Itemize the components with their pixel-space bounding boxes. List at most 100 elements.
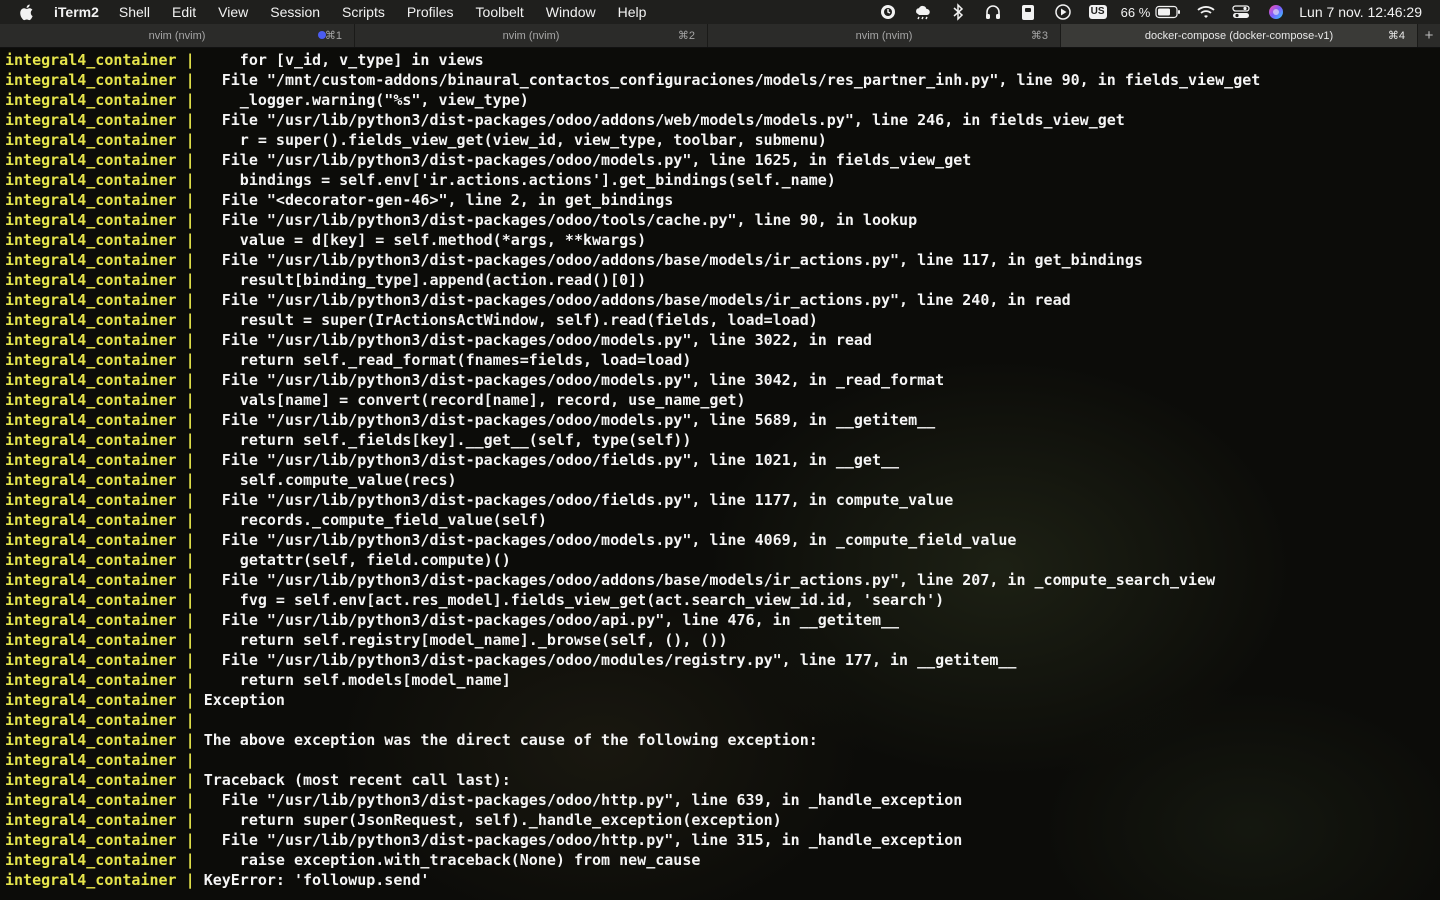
container-prefix: integral4_container | xyxy=(5,211,204,229)
menu-shell[interactable]: Shell xyxy=(119,4,150,20)
log-text: File "/usr/lib/python3/dist-packages/odo… xyxy=(203,571,1216,589)
container-prefix: integral4_container | xyxy=(5,131,204,149)
container-prefix: integral4_container | xyxy=(5,271,204,289)
tab-3-shortcut: ⌘3 xyxy=(1030,30,1048,42)
terminal-line: integral4_container | File "/usr/lib/pyt… xyxy=(5,790,962,810)
log-text: fvg = self.env[act.res_model].fields_vie… xyxy=(203,591,945,609)
container-prefix: integral4_container | xyxy=(5,471,204,489)
container-prefix: integral4_container | xyxy=(5,691,204,709)
terminal-line: integral4_container | value = d[key] = s… xyxy=(5,230,646,250)
terminal-line: integral4_container | File "/usr/lib/pyt… xyxy=(5,830,962,850)
menu-help[interactable]: Help xyxy=(618,4,647,20)
menu-session[interactable]: Session xyxy=(270,4,320,20)
container-prefix: integral4_container | xyxy=(5,631,204,649)
tab-1-title: nvim (nvim) xyxy=(148,29,206,42)
log-text: for [v_id, v_type] in views xyxy=(203,51,484,69)
battery-percentage[interactable]: 66 % xyxy=(1121,5,1151,20)
tab-4[interactable]: docker-compose (docker-compose-v1) ⌘4 xyxy=(1061,24,1418,47)
app-menu-iterm2[interactable]: iTerm2 xyxy=(54,4,99,20)
menu-toolbelt[interactable]: Toolbelt xyxy=(476,4,524,20)
siri-icon[interactable] xyxy=(1265,1,1287,23)
container-prefix: integral4_container | xyxy=(5,651,204,669)
log-text: return self._fields[key].__get__(self, t… xyxy=(203,431,692,449)
log-text: self.compute_value(recs) xyxy=(203,471,457,489)
container-prefix: integral4_container | xyxy=(5,751,204,769)
container-prefix: integral4_container | xyxy=(5,111,204,129)
log-text: return super(JsonRequest, self)._handle_… xyxy=(203,811,782,829)
bluetooth-icon[interactable] xyxy=(947,1,969,23)
menu-window[interactable]: Window xyxy=(546,4,596,20)
log-text: result[binding_type].append(action.read(… xyxy=(203,271,647,289)
terminal-line: integral4_container | File "/usr/lib/pyt… xyxy=(5,490,953,510)
log-text: File "/mnt/custom-addons/binaural_contac… xyxy=(203,71,1261,89)
container-prefix: integral4_container | xyxy=(5,771,204,789)
tab-2-shortcut: ⌘2 xyxy=(677,30,695,42)
apple-icon[interactable] xyxy=(18,3,36,21)
terminal-line: integral4_container | File "/usr/lib/pyt… xyxy=(5,290,1071,310)
tab-4-shortcut: ⌘4 xyxy=(1387,30,1405,42)
terminal-line: integral4_container | bindings = self.en… xyxy=(5,170,836,190)
keyboard-layout-icon[interactable]: US xyxy=(1087,1,1109,23)
terminal-line: integral4_container | File "/usr/lib/pyt… xyxy=(5,110,1125,130)
container-prefix: integral4_container | xyxy=(5,851,204,869)
log-text: File "<decorator-gen-46>", line 2, in ge… xyxy=(203,191,674,209)
tab-1[interactable]: nvim (nvim) ⌘1 xyxy=(0,24,355,47)
control-center-icon[interactable] xyxy=(1230,1,1252,23)
menu-edit[interactable]: Edit xyxy=(172,4,196,20)
log-text: return self._read_format(fnames=fields, … xyxy=(203,351,692,369)
log-text: KeyError: 'followup.send' xyxy=(203,871,430,889)
status-area: US 66 % Lun 7 nov. 12:46:29 xyxy=(864,0,1422,24)
log-text: File "/usr/lib/python3/dist-packages/odo… xyxy=(203,831,963,849)
tab-2-title: nvim (nvim) xyxy=(502,29,560,42)
container-prefix: integral4_container | xyxy=(5,811,204,829)
tab-bar: nvim (nvim) ⌘1 nvim (nvim) ⌘2 nvim (nvim… xyxy=(0,24,1440,48)
clipboard-icon[interactable] xyxy=(1017,1,1039,23)
terminal-line: integral4_container | result = super(IrA… xyxy=(5,310,818,330)
terminal-output[interactable]: integral4_container | for [v_id, v_type]… xyxy=(0,48,1440,900)
terminal-line: integral4_container | return self._field… xyxy=(5,430,691,450)
log-text: Traceback (most recent call last): xyxy=(203,771,511,789)
menu-bar: iTerm2 Shell Edit View Session Scripts P… xyxy=(0,0,1440,24)
container-prefix: integral4_container | xyxy=(5,391,204,409)
log-text: File "/usr/lib/python3/dist-packages/odo… xyxy=(203,411,936,429)
menu-profiles[interactable]: Profiles xyxy=(407,4,454,20)
terminal-line: integral4_container | File "/usr/lib/pyt… xyxy=(5,610,899,630)
log-text: File "/usr/lib/python3/dist-packages/odo… xyxy=(203,211,918,229)
tab-2[interactable]: nvim (nvim) ⌘2 xyxy=(355,24,708,47)
container-prefix: integral4_container | xyxy=(5,551,204,569)
terminal-line: integral4_container | File "/usr/lib/pyt… xyxy=(5,450,899,470)
menu-scripts[interactable]: Scripts xyxy=(342,4,385,20)
terminal-line: integral4_container | vals[name] = conve… xyxy=(5,390,746,410)
log-text: File "/usr/lib/python3/dist-packages/odo… xyxy=(203,151,972,169)
menu-view[interactable]: View xyxy=(218,4,248,20)
clock-datetime[interactable]: Lun 7 nov. 12:46:29 xyxy=(1299,4,1422,20)
log-text: File "/usr/lib/python3/dist-packages/odo… xyxy=(203,111,1125,129)
timer-icon[interactable] xyxy=(877,1,899,23)
container-prefix: integral4_container | xyxy=(5,531,204,549)
container-prefix: integral4_container | xyxy=(5,591,204,609)
log-text: File "/usr/lib/python3/dist-packages/odo… xyxy=(203,371,945,389)
wifi-icon[interactable] xyxy=(1195,1,1217,23)
play-icon[interactable] xyxy=(1052,1,1074,23)
log-text: File "/usr/lib/python3/dist-packages/odo… xyxy=(203,251,1143,269)
log-text: return self.models[model_name] xyxy=(203,671,511,689)
terminal-line: integral4_container | KeyError: 'followu… xyxy=(5,870,429,890)
container-prefix: integral4_container | xyxy=(5,231,204,249)
container-prefix: integral4_container | xyxy=(5,151,204,169)
headphones-icon[interactable] xyxy=(982,1,1004,23)
log-text: raise exception.with_traceback(None) fro… xyxy=(203,851,701,869)
tab-1-shortcut: ⌘1 xyxy=(324,30,342,42)
log-text: File "/usr/lib/python3/dist-packages/odo… xyxy=(203,791,963,809)
container-prefix: integral4_container | xyxy=(5,831,204,849)
tab-3[interactable]: nvim (nvim) ⌘3 xyxy=(708,24,1061,47)
tab-4-title: docker-compose (docker-compose-v1) xyxy=(1144,29,1334,42)
weather-icon[interactable] xyxy=(912,1,934,23)
container-prefix: integral4_container | xyxy=(5,371,204,389)
log-text: File "/usr/lib/python3/dist-packages/odo… xyxy=(203,331,872,349)
terminal-line: integral4_container | Traceback (most re… xyxy=(5,770,511,790)
log-text: r = super().fields_view_get(view_id, vie… xyxy=(203,131,827,149)
log-text: File "/usr/lib/python3/dist-packages/odo… xyxy=(203,491,954,509)
battery-icon[interactable] xyxy=(1154,1,1182,23)
terminal-line: integral4_container | _logger.warning("%… xyxy=(5,90,529,110)
new-tab-plus-icon[interactable]: + xyxy=(1418,24,1440,47)
